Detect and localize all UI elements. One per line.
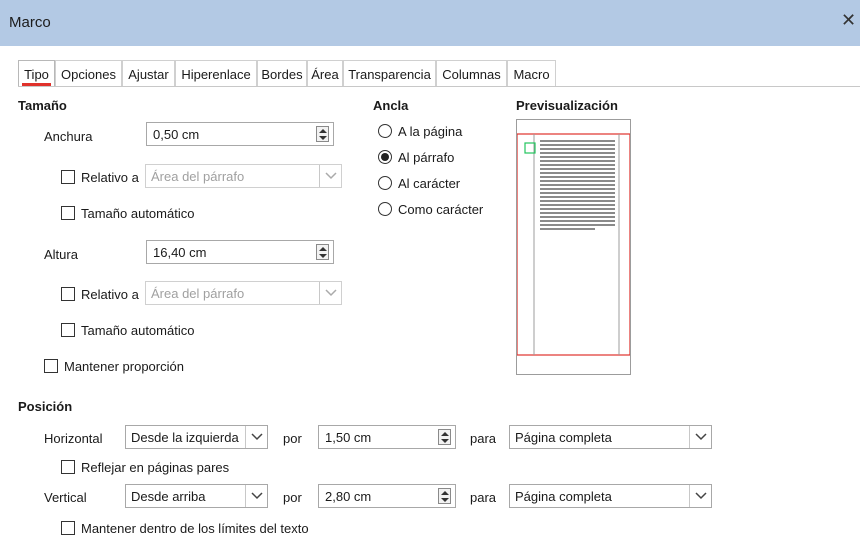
preview-heading: Previsualización xyxy=(516,98,618,113)
tab-label: Hiperenlace xyxy=(181,67,251,82)
horizontal-to-select[interactable]: Página completa xyxy=(509,425,712,449)
horizontal-by-spinbox[interactable]: 1,50 cm xyxy=(318,425,456,449)
horizontal-by-value: 1,50 cm xyxy=(325,430,372,445)
spin-arrows-icon[interactable] xyxy=(438,488,451,504)
tab-label: Área xyxy=(311,67,339,82)
mirror-checkbox[interactable] xyxy=(61,460,75,474)
tab-label: Tipo xyxy=(24,67,49,82)
width-relative-select[interactable]: Área del párrafo xyxy=(145,164,342,188)
chevron-down-icon[interactable] xyxy=(689,426,711,448)
tab-label: Opciones xyxy=(61,67,116,82)
tab-divider xyxy=(18,86,860,87)
tab-transparencia[interactable]: Transparencia xyxy=(343,60,436,86)
keep-inside-checkbox[interactable] xyxy=(61,521,75,535)
tab-bordes[interactable]: Bordes xyxy=(257,60,307,86)
window-title: Marco xyxy=(9,14,51,31)
anchor-page-label: A la página xyxy=(398,124,463,139)
vertical-to-value: Página completa xyxy=(515,489,612,504)
tab-ajustar[interactable]: Ajustar xyxy=(122,60,175,86)
tab-area[interactable]: Área xyxy=(307,60,343,86)
width-relative-label: Relativo a xyxy=(81,170,139,185)
vertical-select[interactable]: Desde arriba xyxy=(125,484,268,508)
tab-label: Columnas xyxy=(442,67,501,82)
anchor-character-radio[interactable] xyxy=(378,176,392,190)
tab-label: Bordes xyxy=(261,67,303,82)
tab-tipo[interactable]: Tipo xyxy=(18,60,55,86)
height-relative-select[interactable]: Área del párrafo xyxy=(145,281,342,305)
title-bar: Marco ✕ xyxy=(0,0,860,46)
width-relative-checkbox[interactable] xyxy=(61,170,75,184)
height-auto-label: Tamaño automático xyxy=(81,323,195,338)
chevron-down-icon[interactable] xyxy=(319,165,341,187)
keep-ratio-label: Mantener proporción xyxy=(64,359,184,374)
anchor-heading: Ancla xyxy=(373,98,409,113)
tab-label: Macro xyxy=(513,67,550,82)
width-value: 0,50 cm xyxy=(153,127,200,142)
vertical-label: Vertical xyxy=(44,490,87,505)
horizontal-to-value: Página completa xyxy=(515,430,612,445)
preview-image xyxy=(516,133,631,356)
preview-panel xyxy=(516,119,631,375)
tab-macro[interactable]: Macro xyxy=(507,60,556,86)
horizontal-value: Desde la izquierda xyxy=(131,430,239,445)
anchor-page-radio[interactable] xyxy=(378,124,392,138)
chevron-down-icon[interactable] xyxy=(319,282,341,304)
anchor-paragraph-radio[interactable] xyxy=(378,150,392,164)
mirror-label: Reflejar en páginas pares xyxy=(81,460,230,475)
vertical-to-select[interactable]: Página completa xyxy=(509,484,712,508)
anchor-as-character-radio[interactable] xyxy=(378,202,392,216)
tab-label: Ajustar xyxy=(128,67,169,82)
horizontal-to-label: para xyxy=(470,431,497,446)
size-heading: Tamaño xyxy=(18,98,67,113)
anchor-as-character-label: Como carácter xyxy=(398,202,484,217)
anchor-character-label: Al carácter xyxy=(398,176,461,191)
height-relative-label: Relativo a xyxy=(81,287,139,302)
height-spinbox[interactable]: 16,40 cm xyxy=(146,240,334,264)
spin-arrows-icon[interactable] xyxy=(438,429,451,445)
close-icon[interactable]: ✕ xyxy=(841,10,856,31)
width-spinbox[interactable]: 0,50 cm xyxy=(146,122,334,146)
chevron-down-icon[interactable] xyxy=(245,426,267,448)
height-value: 16,40 cm xyxy=(153,245,207,260)
tab-columnas[interactable]: Columnas xyxy=(436,60,507,86)
vertical-value: Desde arriba xyxy=(131,489,206,504)
tab-hiperenlace[interactable]: Hiperenlace xyxy=(175,60,257,86)
height-auto-checkbox[interactable] xyxy=(61,323,75,337)
position-heading: Posición xyxy=(18,399,73,414)
width-relative-value: Área del párrafo xyxy=(151,169,245,184)
tab-opciones[interactable]: Opciones xyxy=(55,60,122,86)
spin-arrows-icon[interactable] xyxy=(316,244,329,260)
horizontal-by-label: por xyxy=(283,431,302,446)
horizontal-label: Horizontal xyxy=(44,431,103,446)
spin-arrows-icon[interactable] xyxy=(316,126,329,142)
width-auto-label: Tamaño automático xyxy=(81,206,195,221)
vertical-by-value: 2,80 cm xyxy=(325,489,372,504)
keep-inside-label: Mantener dentro de los límites del texto xyxy=(81,521,309,536)
horizontal-select[interactable]: Desde la izquierda xyxy=(125,425,268,449)
chevron-down-icon[interactable] xyxy=(245,485,267,507)
tab-label: Transparencia xyxy=(348,67,431,82)
width-label: Anchura xyxy=(44,129,93,144)
anchor-paragraph-label: Al párrafo xyxy=(398,150,455,165)
height-relative-checkbox[interactable] xyxy=(61,287,75,301)
height-label: Altura xyxy=(44,247,78,262)
vertical-by-label: por xyxy=(283,490,302,505)
width-auto-checkbox[interactable] xyxy=(61,206,75,220)
height-relative-value: Área del párrafo xyxy=(151,286,245,301)
chevron-down-icon[interactable] xyxy=(689,485,711,507)
vertical-by-spinbox[interactable]: 2,80 cm xyxy=(318,484,456,508)
keep-ratio-checkbox[interactable] xyxy=(44,359,58,373)
vertical-to-label: para xyxy=(470,490,497,505)
